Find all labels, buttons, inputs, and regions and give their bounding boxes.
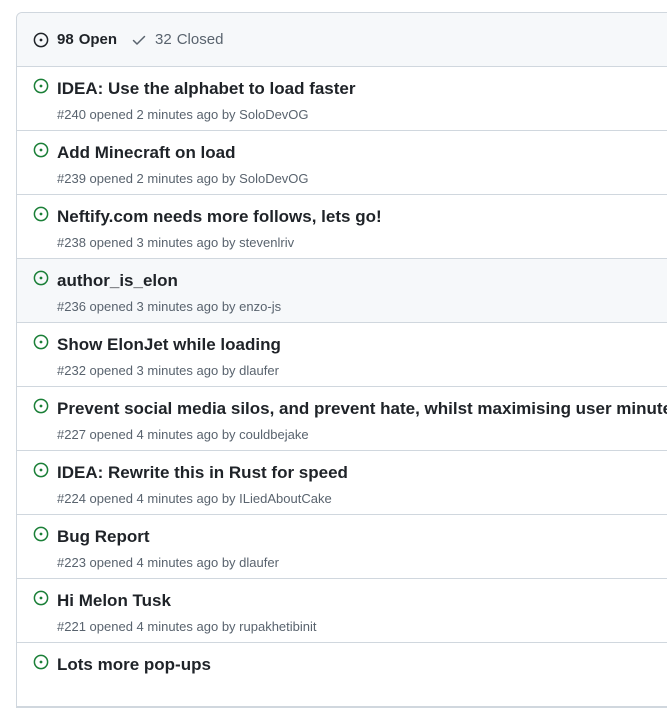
issue-title-link[interactable]: Bug Report <box>57 527 150 547</box>
closed-label: Closed <box>176 31 224 48</box>
issue-title-link[interactable]: Add Minecraft on load <box>57 143 236 163</box>
issue-opened-text: opened 4 minutes ago by <box>89 491 236 506</box>
issue-author-link[interactable]: SoloDevOG <box>239 171 308 186</box>
issue-opened-text: opened 2 minutes ago by <box>89 107 236 122</box>
open-label: Open <box>78 31 118 48</box>
issue-opened-icon <box>33 32 49 47</box>
issue-opened-icon <box>33 142 49 158</box>
issue-title-link[interactable]: Hi Melon Tusk <box>57 591 171 611</box>
issue-meta: #221 opened 4 minutes ago by rupakhetibi… <box>57 619 317 634</box>
issue-title-link[interactable]: IDEA: Rewrite this in Rust for speed <box>57 463 348 483</box>
issue-opened-text: opened 4 minutes ago by <box>89 427 236 442</box>
open-issues-filter[interactable]: 98 Open <box>33 31 117 48</box>
closed-issues-filter[interactable]: 32 Closed <box>131 31 223 48</box>
issue-meta: #224 opened 4 minutes ago by ILiedAboutC… <box>57 491 332 506</box>
issue-number: #227 <box>57 427 86 442</box>
issue-author-link[interactable]: dlaufer <box>239 363 279 378</box>
issue-meta: #236 opened 3 minutes ago by enzo-js <box>57 299 281 314</box>
issue-opened-icon <box>33 590 49 606</box>
issue-opened-text: opened 3 minutes ago by <box>89 299 236 314</box>
issue-row[interactable]: IDEA: Rewrite this in Rust for speed #22… <box>17 451 667 515</box>
issue-row[interactable]: Show ElonJet while loading #232 opened 3… <box>17 323 667 387</box>
issue-row[interactable]: author_is_elon #236 opened 3 minutes ago… <box>17 259 667 323</box>
issue-opened-text: opened 4 minutes ago by <box>89 555 236 570</box>
issue-author-link[interactable]: rupakhetibinit <box>239 619 316 634</box>
issue-meta: #227 opened 4 minutes ago by couldbejake <box>57 427 309 442</box>
issue-number: #223 <box>57 555 86 570</box>
issue-row[interactable]: IDEA: Use the alphabet to load faster #2… <box>17 67 667 131</box>
issue-number: #240 <box>57 107 86 122</box>
issue-author-link[interactable]: dlaufer <box>239 555 279 570</box>
issue-opened-text: opened 2 minutes ago by <box>89 171 236 186</box>
issue-opened-text: opened 3 minutes ago by <box>89 235 236 250</box>
issue-number: #239 <box>57 171 86 186</box>
issue-number: #238 <box>57 235 86 250</box>
issue-title-link[interactable]: Lots more pop-ups <box>57 655 211 675</box>
issue-meta: #239 opened 2 minutes ago by SoloDevOG <box>57 171 309 186</box>
issue-number: #236 <box>57 299 86 314</box>
issue-opened-text: opened 3 minutes ago by <box>89 363 236 378</box>
issue-author-link[interactable]: SoloDevOG <box>239 107 308 122</box>
issue-opened-icon <box>33 462 49 478</box>
issue-meta: #232 opened 3 minutes ago by dlaufer <box>57 363 279 378</box>
closed-count: 32 <box>155 31 172 48</box>
check-icon <box>132 35 146 45</box>
issue-opened-icon <box>33 526 49 542</box>
issue-row[interactable]: Hi Melon Tusk #221 opened 4 minutes ago … <box>17 579 667 643</box>
issue-author-link[interactable]: ILiedAboutCake <box>239 491 332 506</box>
issue-row[interactable]: Bug Report #223 opened 4 minutes ago by … <box>17 515 667 579</box>
issue-number: #232 <box>57 363 86 378</box>
issue-author-link[interactable]: stevenlriv <box>239 235 294 250</box>
issue-title-link[interactable]: Show ElonJet while loading <box>57 335 281 355</box>
issue-title-link[interactable]: author_is_elon <box>57 271 178 291</box>
issue-row[interactable]: Neftify.com needs more follows, lets go!… <box>17 195 667 259</box>
issue-row[interactable]: Add Minecraft on load #239 opened 2 minu… <box>17 131 667 195</box>
issue-title-link[interactable]: IDEA: Use the alphabet to load faster <box>57 79 356 99</box>
issue-meta: #240 opened 2 minutes ago by SoloDevOG <box>57 107 309 122</box>
issue-opened-icon <box>33 206 49 222</box>
issue-title-link[interactable]: Neftify.com needs more follows, lets go! <box>57 207 382 227</box>
issue-opened-icon <box>33 654 49 670</box>
issue-row[interactable]: Lots more pop-ups <box>17 643 667 707</box>
issues-list: 98 Open 32 Closed IDEA: Use the alphabet… <box>16 12 667 708</box>
issue-author-link[interactable]: couldbejake <box>239 427 308 442</box>
issue-number: #221 <box>57 619 86 634</box>
issue-author-link[interactable]: enzo-js <box>239 299 281 314</box>
issue-row[interactable]: Prevent social media silos, and prevent … <box>17 387 667 451</box>
issue-opened-icon <box>33 270 49 286</box>
issue-meta: #238 opened 3 minutes ago by stevenlriv <box>57 235 294 250</box>
issue-opened-icon <box>33 398 49 414</box>
issue-opened-text: opened 4 minutes ago by <box>89 619 236 634</box>
issue-title-link[interactable]: Prevent social media silos, and prevent … <box>57 399 667 419</box>
issue-opened-icon <box>33 78 49 94</box>
open-count: 98 <box>57 31 74 48</box>
issue-meta: #223 opened 4 minutes ago by dlaufer <box>57 555 279 570</box>
issue-opened-icon <box>33 334 49 350</box>
issue-number: #224 <box>57 491 86 506</box>
issues-list-header: 98 Open 32 Closed <box>17 13 667 67</box>
